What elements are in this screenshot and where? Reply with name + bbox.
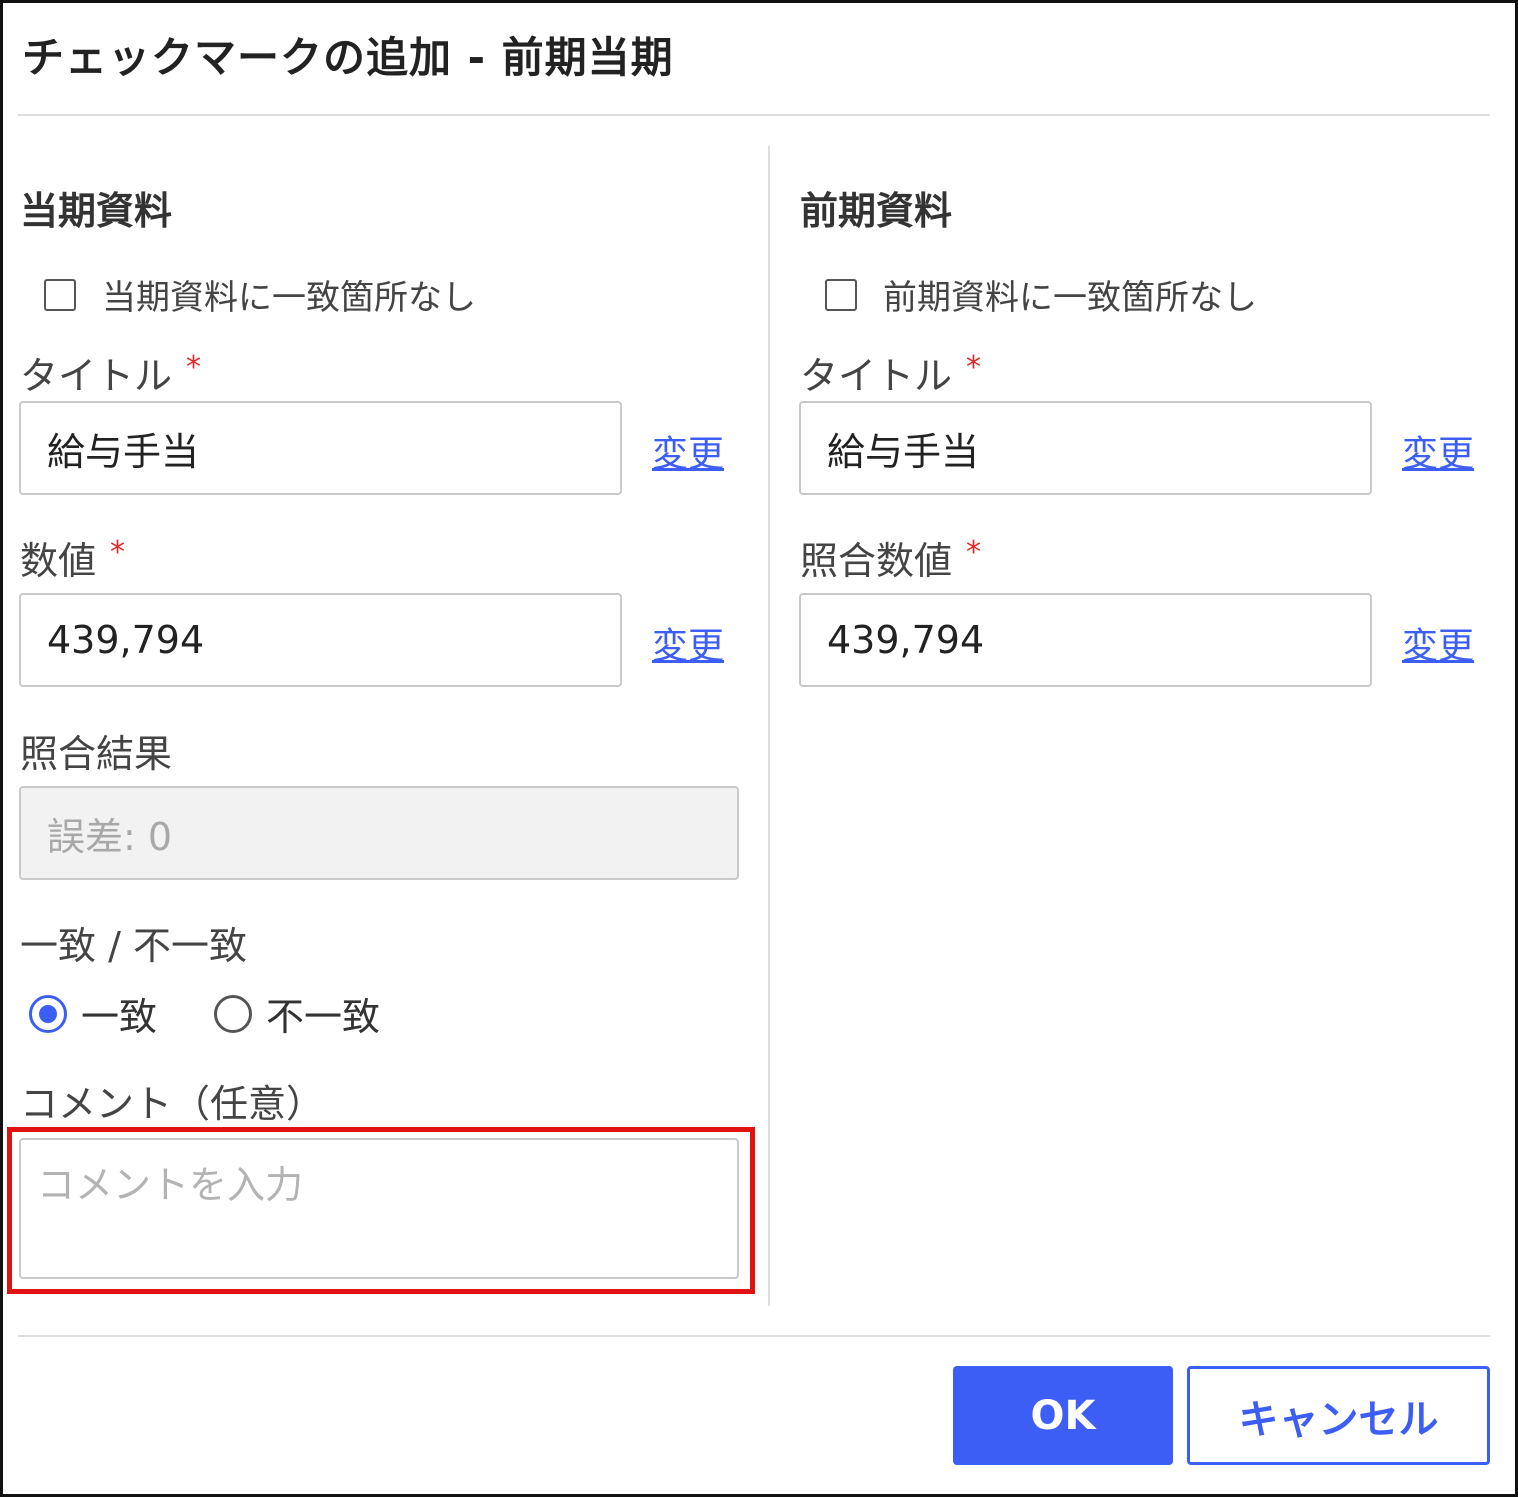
current-value-value: 439,794 [47,618,205,662]
required-mark: * [966,350,982,385]
current-value-label-text: 数値 [20,539,97,583]
current-no-match-checkbox[interactable] [44,278,76,311]
previous-no-match-checkbox-row[interactable]: 前期資料に一致箇所なし [825,270,1257,319]
current-title-change-link[interactable]: 変更 [652,425,724,477]
previous-no-match-label: 前期資料に一致箇所なし [883,278,1257,318]
previous-title-change-link[interactable]: 変更 [1402,425,1474,477]
previous-value-change-link[interactable]: 変更 [1402,617,1474,669]
radio-match[interactable] [29,994,67,1033]
ok-button[interactable]: OK [953,1366,1173,1465]
previous-title-label: タイトル * [800,345,981,400]
comment-label: コメント（任意） [20,1082,325,1126]
current-section-title: 当期資料 [20,189,173,233]
result-field: 誤差: 0 [19,786,739,880]
footer-divider [18,1335,1490,1337]
current-value-change-link[interactable]: 変更 [652,617,724,669]
previous-value-label-text: 照合数値 [800,539,953,583]
current-value-label: 数値 * [20,530,125,585]
current-title-label: タイトル * [20,345,201,400]
previous-section-title: 前期資料 [800,189,953,233]
cancel-button[interactable]: キャンセル [1187,1366,1490,1465]
current-title-value: 給与手当 [47,429,200,474]
column-divider [768,146,770,1306]
current-title-label-text: タイトル [20,354,173,398]
previous-value-value: 439,794 [827,618,985,662]
required-mark: * [966,535,982,570]
radio-match-row[interactable]: 一致 [29,986,157,1041]
required-mark: * [110,535,126,570]
comment-placeholder: コメントを入力 [37,1163,304,1207]
current-value-input[interactable]: 439,794 [19,593,622,687]
previous-value-label: 照合数値 * [800,530,981,585]
current-no-match-label: 当期資料に一致箇所なし [102,278,476,318]
radio-mismatch-row[interactable]: 不一致 [214,986,380,1041]
required-mark: * [186,350,202,385]
radio-mismatch[interactable] [214,994,252,1033]
match-label: 一致 / 不一致 [20,924,247,968]
dialog-title: チェックマークの追加 - 前期当期 [22,33,674,82]
previous-title-value: 給与手当 [827,429,980,474]
previous-value-input[interactable]: 439,794 [799,593,1372,687]
header-divider [18,114,1490,116]
result-value: 誤差: 0 [47,814,173,859]
radio-match-label: 一致 [81,995,158,1039]
previous-no-match-checkbox[interactable] [825,278,857,311]
previous-title-label-text: タイトル [800,354,953,398]
radio-mismatch-label: 不一致 [266,995,381,1039]
comment-textarea[interactable]: コメントを入力 [19,1138,739,1279]
result-label: 照合結果 [20,732,173,776]
previous-title-input[interactable]: 給与手当 [799,401,1372,495]
current-no-match-checkbox-row[interactable]: 当期資料に一致箇所なし [44,270,476,319]
current-title-input[interactable]: 給与手当 [19,401,622,495]
